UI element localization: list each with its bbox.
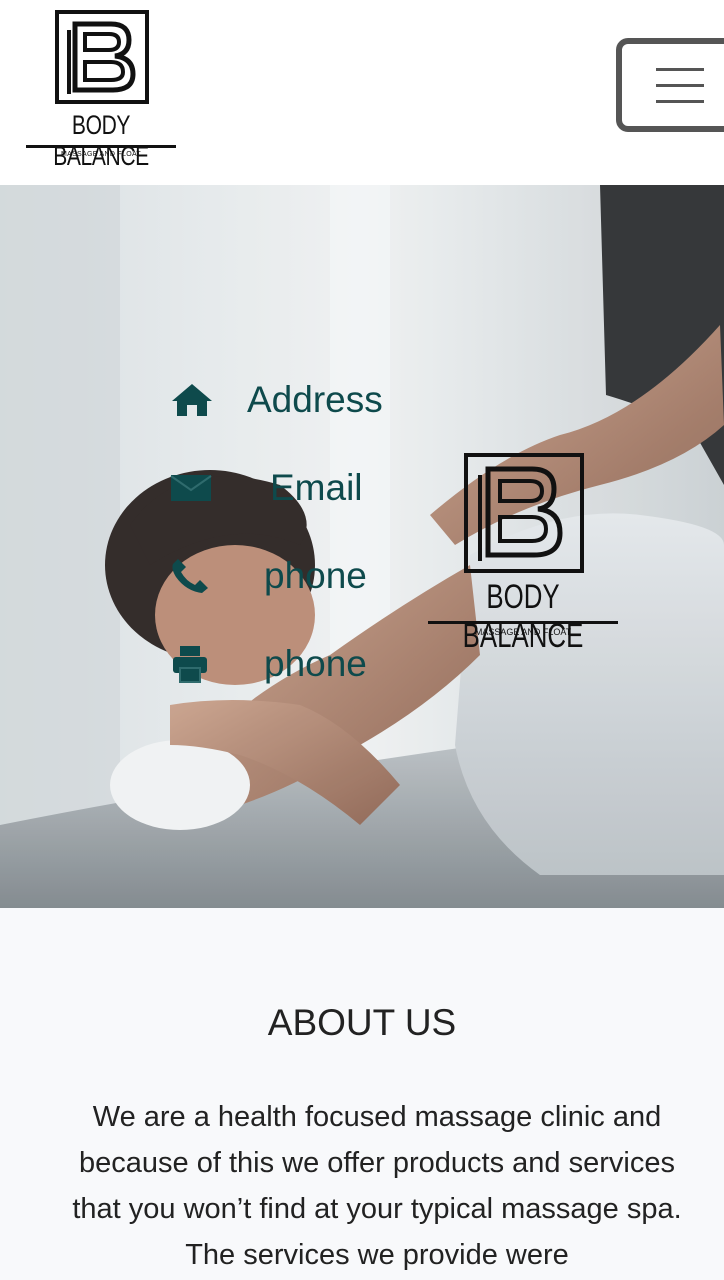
contact-address-label: Address [247,379,383,420]
brand-name: BODY BALANCE [53,110,149,171]
menu-icon-bar-top [656,68,704,71]
hero-brand-logo: BODY BALANCE MASSAGE AND FLOAT [428,453,618,655]
contact-email[interactable]: Email [170,463,363,513]
contact-fax[interactable]: phone [170,639,367,689]
contact-email-label: Email [270,467,363,508]
about-text: We are a health focused massage clinic a… [72,1101,682,1271]
brand-tagline: MASSAGE AND FLOAT [60,151,142,158]
printer-icon [170,644,218,684]
contact-phone-label: phone [264,555,367,596]
contact-address[interactable]: Address [170,375,383,425]
hero-brand-name: BODY BALANCE [462,578,584,655]
hamburger-menu-button[interactable] [616,38,724,132]
brand-underline [26,145,176,148]
logo-b-mark-icon [55,10,149,104]
hero-brand-underline [428,621,618,624]
envelope-icon [170,468,218,508]
about-section: ABOUT US We are a health focused massage… [0,908,724,1280]
menu-icon-bar-middle [656,84,704,87]
about-title: ABOUT US [267,1002,457,1043]
phone-icon [170,556,218,596]
contact-fax-label: phone [264,643,367,684]
hero-brand-tagline: MASSAGE AND FLOAT [474,627,572,637]
site-header: BODY BALANCE MASSAGE AND FLOAT [0,0,724,185]
home-icon [170,380,218,420]
brand-logo[interactable]: BODY BALANCE MASSAGE AND FLOAT [24,10,178,171]
contact-phone[interactable]: phone [170,551,367,601]
hero-section: Address Email phone phone BODY BALANCE M… [0,185,724,908]
menu-icon-bar-bottom [656,100,704,103]
